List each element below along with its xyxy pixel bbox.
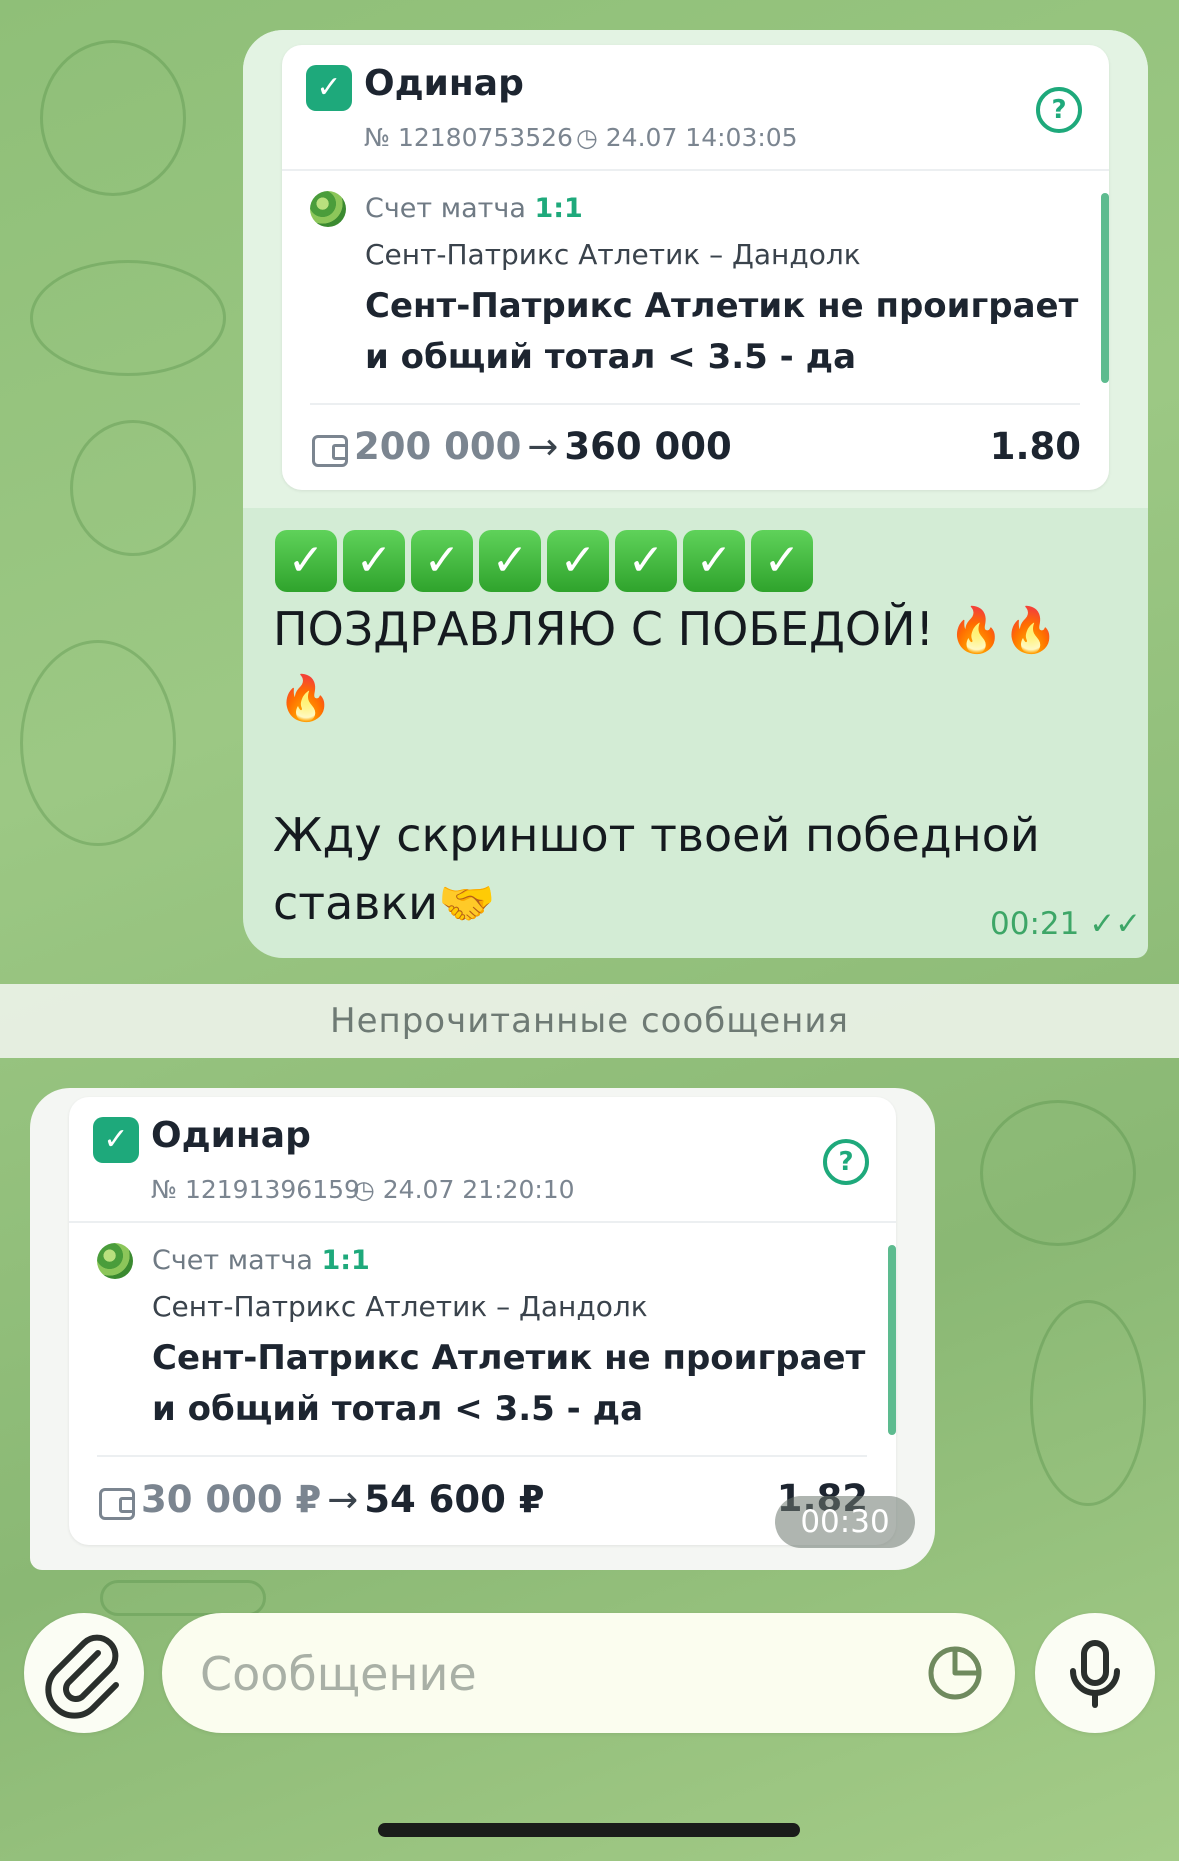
payout-amount: 54 600 ₽ [364, 1478, 545, 1521]
checkbox-checked-icon: ✓ [93, 1117, 139, 1163]
help-icon[interactable]: ? [823, 1139, 869, 1185]
stake-amount: 200 000 [354, 425, 522, 468]
check-mark-emoji: ✓ [411, 530, 473, 592]
message-input-container[interactable] [162, 1613, 1015, 1735]
bet-outcome-line-1: Сент-Патрикс Атлетик не проиграет [365, 286, 1079, 326]
clock-icon: ◷ [353, 1175, 375, 1204]
wallet-icon [312, 435, 348, 467]
bet-card[interactable]: ✓ Одинар № 12180753526 ◷ 24.07 14:03:05 … [282, 45, 1109, 490]
help-icon[interactable]: ? [1036, 87, 1082, 133]
divider [310, 403, 1080, 405]
check-mark-emoji: ✓ [547, 530, 609, 592]
message-text-line-2: 🔥 [278, 670, 333, 724]
bet-number: № 12191396159 [151, 1175, 360, 1204]
fire-emoji: 🔥 [948, 605, 1004, 656]
check-emoji-row: ✓ ✓ ✓ ✓ ✓ ✓ ✓ ✓ [275, 530, 819, 592]
wallpaper-doodle [40, 40, 186, 196]
message-text-line-4: ставки🤝 [273, 876, 495, 931]
wallpaper-doodle [70, 420, 196, 556]
match-score-value: 1:1 [534, 193, 583, 224]
message-text-line-3: Жду скриншот твоей победной [273, 808, 1040, 862]
football-icon [97, 1243, 133, 1279]
check-mark-emoji: ✓ [751, 530, 813, 592]
bet-outcome-line-1: Сент-Патрикс Атлетик не проиграет [152, 1338, 866, 1378]
message-time-badge: 00:30 [775, 1496, 915, 1548]
wallpaper-doodle [30, 260, 226, 376]
divider [282, 169, 1109, 171]
message-text-line-1: ПОЗДРАВЛЯЮ С ПОБЕДОЙ! 🔥🔥 [273, 602, 1058, 656]
accent-bar [1101, 193, 1109, 383]
bet-datetime-text: 24.07 14:03:05 [605, 123, 798, 152]
home-indicator [378, 1823, 800, 1837]
match-score-label: Счет матча [152, 1245, 313, 1276]
stake-amount: 30 000 ₽ [141, 1478, 322, 1521]
fire-emoji: 🔥 [278, 673, 333, 724]
football-icon [310, 191, 346, 227]
message-input[interactable] [198, 1613, 882, 1735]
voice-message-button[interactable] [1035, 1613, 1155, 1733]
wallpaper-doodle [1030, 1300, 1146, 1506]
bet-datetime: ◷ 24.07 14:03:05 [576, 123, 798, 152]
sticker-icon[interactable] [925, 1643, 985, 1703]
accent-bar [888, 1245, 896, 1435]
clock-icon: ◷ [576, 123, 598, 152]
microphone-icon [1070, 1640, 1120, 1708]
bet-datetime: ◷ 24.07 21:20:10 [353, 1175, 575, 1204]
match-teams: Сент-Патрикс Атлетик – Дандолк [152, 1290, 648, 1323]
divider [97, 1455, 867, 1457]
bet-outcome-line-2: и общий тотал < 3.5 - да [365, 337, 857, 377]
match-score: Счет матча 1:1 [152, 1245, 370, 1276]
arrow-right-icon: → [327, 1478, 359, 1521]
checkbox-checked-icon: ✓ [306, 65, 352, 111]
bet-number: № 12180753526 [364, 123, 573, 152]
unread-messages-separator: Непрочитанные сообщения [0, 984, 1179, 1058]
match-score-label: Счет матча [365, 193, 526, 224]
paperclip-icon [45, 1634, 119, 1719]
odds: 1.80 [989, 425, 1081, 468]
bet-type-title: Одинар [151, 1115, 311, 1156]
divider [69, 1221, 896, 1223]
wallpaper-doodle [20, 640, 176, 846]
double-check-icon: ✓✓ [1089, 906, 1142, 942]
check-mark-emoji: ✓ [683, 530, 745, 592]
check-mark-emoji: ✓ [343, 530, 405, 592]
stake-payout: 200 000 → 360 000 [354, 425, 732, 468]
bet-type-title: Одинар [364, 63, 524, 104]
arrow-right-icon: → [527, 425, 559, 468]
check-mark-emoji: ✓ [275, 530, 337, 592]
wallpaper-doodle [100, 1580, 266, 1616]
handshake-emoji: 🤝 [438, 876, 496, 930]
bet-datetime-text: 24.07 21:20:10 [382, 1175, 575, 1204]
match-score: Счет матча 1:1 [365, 193, 583, 224]
match-score-value: 1:1 [321, 1245, 370, 1276]
stake-payout: 30 000 ₽ → 54 600 ₽ [141, 1478, 544, 1521]
bet-outcome-line-2: и общий тотал < 3.5 - да [152, 1389, 644, 1429]
attach-button[interactable] [24, 1613, 144, 1733]
bet-card[interactable]: ✓ Одинар № 12191396159 ◷ 24.07 21:20:10 … [69, 1097, 896, 1545]
check-mark-emoji: ✓ [615, 530, 677, 592]
wallpaper-doodle [980, 1100, 1136, 1246]
payout-amount: 360 000 [564, 425, 732, 468]
message-congrats: ПОЗДРАВЛЯЮ С ПОБЕДОЙ! [273, 602, 934, 656]
message-text-word: ставки [273, 876, 439, 930]
message-time-text: 00:21 [990, 906, 1080, 942]
wallet-icon [99, 1488, 135, 1520]
fire-emoji: 🔥 [1003, 605, 1059, 656]
message-time: 00:21 ✓✓ [990, 906, 1141, 942]
match-teams: Сент-Патрикс Атлетик – Дандолк [365, 238, 861, 271]
check-mark-emoji: ✓ [479, 530, 541, 592]
